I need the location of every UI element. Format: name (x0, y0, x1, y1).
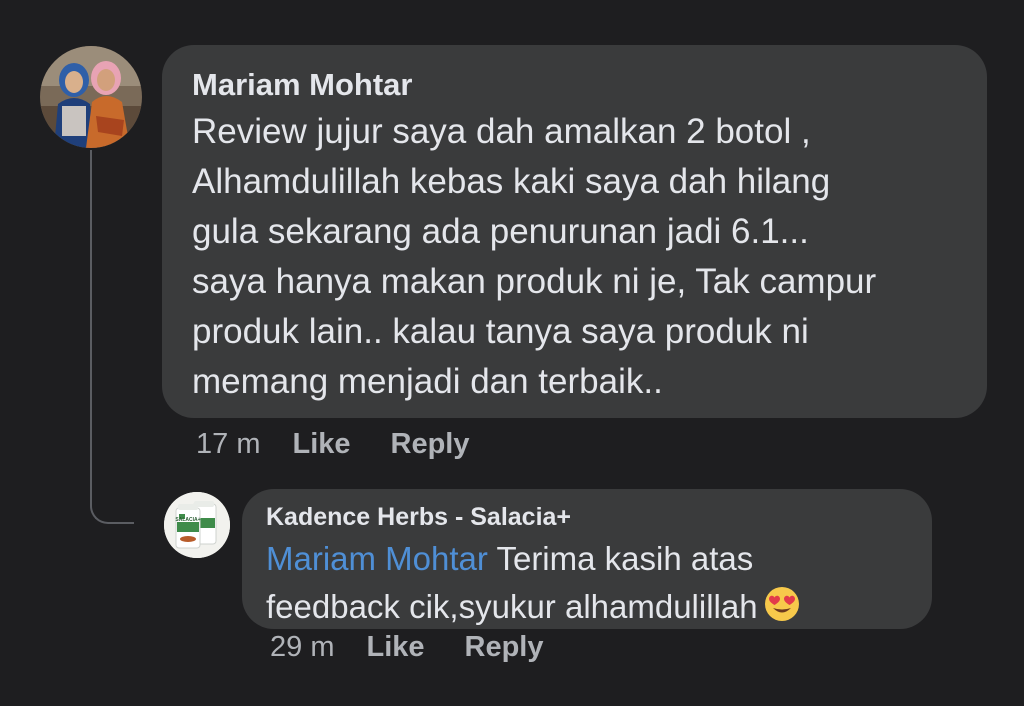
comment-text-line: saya hanya makan produk ni je, Tak campu… (192, 262, 877, 301)
comment-author[interactable]: Mariam Mohtar (192, 67, 957, 103)
avatar-product-label: SALACIA+ (175, 517, 200, 523)
comment-text-line: gula sekarang ada penurunan jadi 6.1... (192, 212, 809, 251)
reply-text-line: Mariam Mohtar Terima kasih atas (266, 535, 908, 583)
reply-timestamp[interactable]: 29 m (270, 631, 334, 664)
comment-timestamp[interactable]: 17 m (196, 428, 260, 461)
reply-button[interactable]: Reply (391, 428, 470, 461)
reply-button[interactable]: Reply (465, 631, 544, 664)
mention-link[interactable]: Mariam Mohtar (266, 540, 488, 577)
avatar-mariam-mohtar[interactable] (40, 46, 142, 148)
heart-eyes-emoji-icon (764, 586, 800, 635)
reply-actions: 29 m Like Reply (270, 631, 584, 664)
comment-actions: 17 m Like Reply (196, 428, 510, 461)
comment-text-line: produk lain.. kalau tanya saya produk ni (192, 312, 809, 351)
comment-text-line: Review jujur saya dah amalkan 2 botol , (192, 112, 811, 151)
comment-text-line: memang menjadi dan terbaik.. (192, 362, 663, 401)
comment-bubble: Mariam Mohtar Review jujur saya dah amal… (162, 45, 987, 418)
reply-text-segment: Terima kasih atas (487, 540, 754, 577)
reply-text-line: feedback cik,syukur alhamdulillah (266, 583, 908, 635)
reply-text-segment: feedback cik,syukur alhamdulillah (266, 588, 758, 625)
like-button[interactable]: Like (292, 428, 350, 461)
avatar-kadence-herbs[interactable]: SALACIA+ (164, 492, 230, 558)
reply-text: Mariam Mohtar Terima kasih atas feedback… (266, 535, 908, 635)
reply-bubble: Kadence Herbs - Salacia+ Mariam Mohtar T… (242, 489, 932, 629)
thread-connector-line (90, 150, 134, 524)
comment-text-line: Alhamdulillah kebas kaki saya dah hilang (192, 162, 831, 201)
like-button[interactable]: Like (366, 631, 424, 664)
comment-text: Review jujur saya dah amalkan 2 botol , … (192, 107, 957, 407)
reply-author[interactable]: Kadence Herbs - Salacia+ (266, 503, 908, 531)
